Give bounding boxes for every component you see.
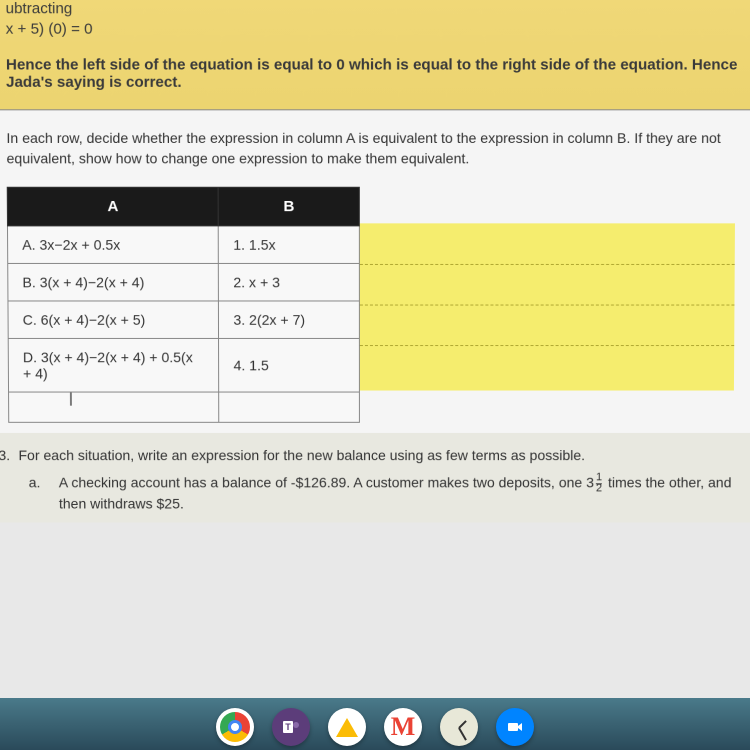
clock-icon[interactable] xyxy=(440,708,478,746)
table-row: A. 3x−2x + 0.5x 1. 1.5x xyxy=(7,226,359,264)
cell-a[interactable]: D. 3(x + 4)−2(x + 4) + 0.5(x + 4) xyxy=(8,339,219,393)
question-number: 3. xyxy=(0,447,19,463)
dashed-divider xyxy=(360,305,735,306)
cell-a[interactable]: B. 3(x + 4)−2(x + 4) xyxy=(8,264,219,302)
equivalence-table: A B A. 3x−2x + 0.5x 1. 1.5x B. 3(x + 4)−… xyxy=(7,187,360,423)
question-text: For each situation, write an expression … xyxy=(18,447,585,463)
conclusion-text: Hence the left side of the equation is e… xyxy=(6,56,744,91)
question-main: 3. For each situation, write an expressi… xyxy=(0,447,740,463)
dashed-divider xyxy=(360,264,735,265)
sub-text-part: A checking account has a balance of -$12… xyxy=(59,475,586,491)
table-container: A B A. 3x−2x + 0.5x 1. 1.5x B. 3(x + 4)−… xyxy=(7,187,744,423)
teams-icon[interactable]: T xyxy=(272,708,310,746)
question-section: 3. For each situation, write an expressi… xyxy=(0,433,750,522)
cell-empty[interactable] xyxy=(219,392,359,422)
fraction-whole: 3 xyxy=(586,475,594,491)
cell-b[interactable]: 4. 1.5 xyxy=(219,339,360,393)
chrome-icon[interactable] xyxy=(216,708,254,746)
problem-section: In each row, decide whether the expressi… xyxy=(0,110,750,433)
table-row: D. 3(x + 4)−2(x + 4) + 0.5(x + 4) 4. 1.5 xyxy=(8,339,359,393)
text-cursor-icon: I xyxy=(68,390,73,411)
cell-a[interactable]: C. 6(x + 4)−2(x + 5) xyxy=(8,301,219,338)
drive-icon[interactable] xyxy=(328,708,366,746)
highlight-area xyxy=(360,224,735,391)
dashed-divider xyxy=(360,345,734,346)
mixed-fraction: 312 xyxy=(586,475,604,491)
table-row-empty xyxy=(9,392,360,422)
taskbar-dock: T M xyxy=(0,698,750,750)
equation-text: x + 5) (0) = 0 xyxy=(6,20,745,37)
cell-empty[interactable] xyxy=(9,392,220,422)
text-fragment: ubtracting xyxy=(6,0,745,17)
instruction-text: In each row, decide whether the expressi… xyxy=(6,129,743,169)
gmail-icon[interactable]: M xyxy=(384,708,422,746)
sub-text: A checking account has a balance of -$12… xyxy=(59,473,740,514)
cell-b[interactable]: 3. 2(2x + 7) xyxy=(219,301,360,338)
cell-a[interactable]: A. 3x−2x + 0.5x xyxy=(7,226,218,264)
header-b: B xyxy=(218,187,359,226)
question-sub-item: a. A checking account has a balance of -… xyxy=(29,473,740,514)
sub-letter: a. xyxy=(29,473,59,514)
table-row: C. 6(x + 4)−2(x + 5) 3. 2(2x + 7) xyxy=(8,301,359,338)
cell-b[interactable]: 1. 1.5x xyxy=(219,226,360,264)
camera-icon[interactable] xyxy=(496,708,534,746)
table-row: B. 3(x + 4)−2(x + 4) 2. x + 3 xyxy=(8,264,360,302)
header-a: A xyxy=(7,187,218,226)
screen-content: ubtracting x + 5) (0) = 0 Hence the left… xyxy=(0,0,750,700)
table-header-row: A B xyxy=(7,187,359,226)
fraction-denominator: 2 xyxy=(596,484,602,494)
svg-text:T: T xyxy=(285,722,291,732)
answer-explanation-section: ubtracting x + 5) (0) = 0 Hence the left… xyxy=(0,0,750,110)
cell-b[interactable]: 2. x + 3 xyxy=(219,264,360,302)
